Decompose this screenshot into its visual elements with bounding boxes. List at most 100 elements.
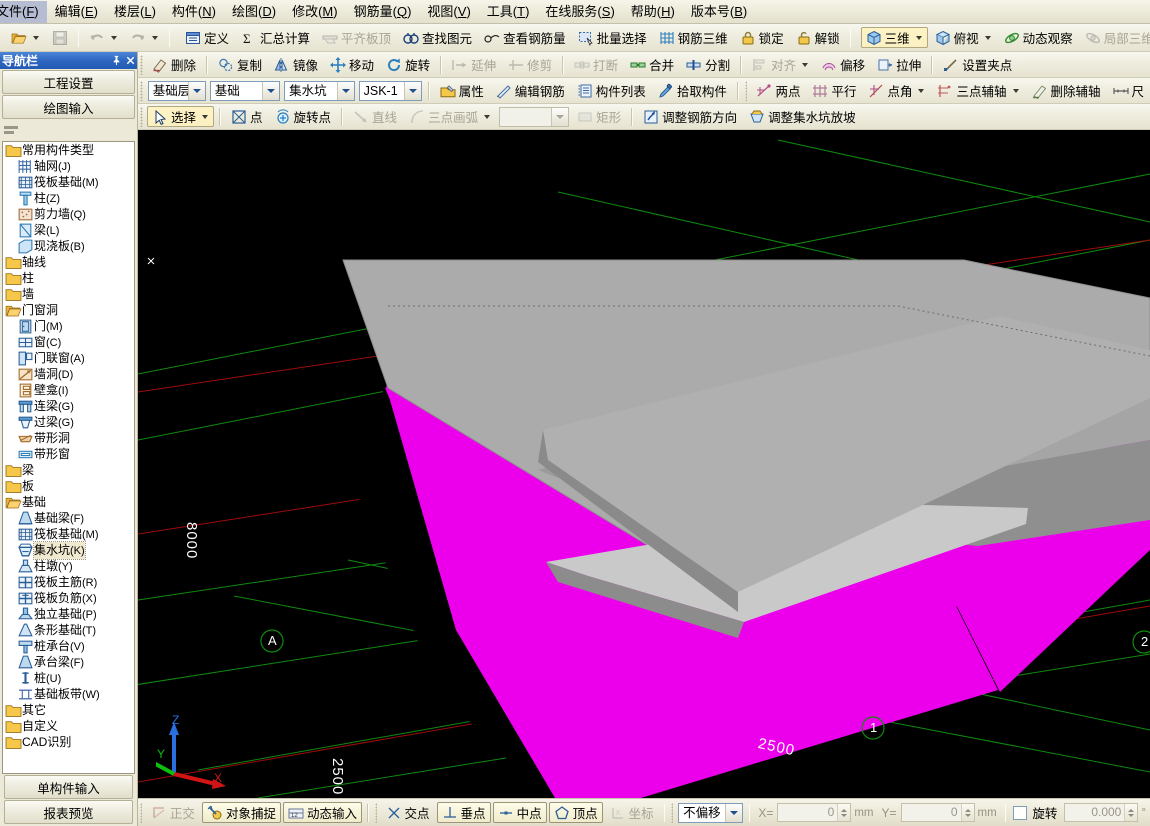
pin-icon[interactable] bbox=[109, 53, 123, 68]
sidebar-collapse-handle[interactable] bbox=[0, 119, 137, 141]
tree-item-基础梁[interactable]: 基础梁(F) bbox=[3, 510, 134, 526]
tree-item-窗[interactable]: 窗(C) bbox=[3, 334, 134, 350]
toolbar-grip[interactable] bbox=[744, 80, 748, 101]
chevron-down-icon[interactable] bbox=[187, 81, 205, 100]
tree-item-带形洞[interactable]: 带形洞 bbox=[3, 430, 134, 446]
split-button[interactable]: 分割 bbox=[681, 54, 735, 75]
component-select[interactable]: JSK-1 bbox=[358, 80, 422, 101]
sidebar-item-project-settings[interactable]: 工程设置 bbox=[2, 70, 135, 94]
point-angle-button[interactable]: 点角 bbox=[863, 80, 930, 101]
tree-item-柱[interactable]: 柱(Z) bbox=[3, 190, 134, 206]
menu-item-编辑[interactable]: 编辑(E) bbox=[47, 1, 106, 23]
tree-item-其它[interactable]: 其它 bbox=[3, 702, 134, 718]
delete-aux-axis-button[interactable]: 删除辅轴 bbox=[1027, 80, 1106, 101]
floor-select[interactable]: 基础层 bbox=[147, 80, 206, 101]
tree-item-壁龛[interactable]: 壁龛(I) bbox=[3, 382, 134, 398]
tree-item-连梁[interactable]: 连梁(G) bbox=[3, 398, 134, 414]
tree-item-条形基础[interactable]: 条形基础(T) bbox=[3, 622, 134, 638]
tree-item-自定义[interactable]: 自定义 bbox=[3, 718, 134, 734]
adjust-rebar-direction-button[interactable]: 调整钢筋方向 bbox=[638, 106, 742, 127]
toolbar-grip[interactable] bbox=[374, 802, 377, 823]
tree-item-轴网[interactable]: 轴网(J) bbox=[3, 158, 134, 174]
rotate-spin-buttons[interactable] bbox=[1124, 804, 1138, 821]
tree-item-过梁[interactable]: 过梁(G) bbox=[3, 414, 134, 430]
menu-item-绘图[interactable]: 绘图(D) bbox=[224, 1, 284, 23]
toolbar-grip[interactable] bbox=[671, 802, 674, 823]
snap-vertex-toggle[interactable]: 顶点 bbox=[548, 802, 603, 823]
top-view-button[interactable]: 俯视 bbox=[930, 27, 997, 48]
sidebar-item-report-preview[interactable]: 报表预览 bbox=[4, 800, 133, 824]
sidebar-item-drawing-input[interactable]: 绘图输入 bbox=[2, 95, 135, 119]
tree-item-门窗洞[interactable]: 门窗洞 bbox=[3, 302, 134, 318]
tree-item-独立基础[interactable]: 独立基础(P) bbox=[3, 606, 134, 622]
sidebar-item-single-component-input[interactable]: 单构件输入 bbox=[4, 775, 133, 799]
menu-item-楼层[interactable]: 楼层(L) bbox=[106, 1, 164, 23]
menu-item-视图[interactable]: 视图(V) bbox=[419, 1, 478, 23]
rebar-3d-button[interactable]: 钢筋三维 bbox=[654, 27, 733, 48]
component-list-button[interactable]: 构件列表 bbox=[572, 80, 651, 101]
chevron-down-icon[interactable] bbox=[484, 114, 491, 119]
close-icon[interactable] bbox=[123, 53, 137, 68]
tree-item-筏板基础[interactable]: 筏板基础(M) bbox=[3, 174, 134, 190]
tree-item-筏板负筋[interactable]: 筏板负筋(X) bbox=[3, 590, 134, 606]
chevron-down-icon[interactable] bbox=[33, 35, 39, 40]
chevron-down-icon[interactable] bbox=[403, 81, 421, 100]
menu-item-版本号[interactable]: 版本号(B) bbox=[683, 1, 755, 23]
chevron-down-icon[interactable] bbox=[1012, 88, 1019, 93]
batch-select-button[interactable]: 批量选择 bbox=[573, 27, 652, 48]
model-viewport[interactable]: 8000 2500 2500 A 1 2 Z X Y bbox=[138, 130, 1150, 798]
chevron-down-icon[interactable] bbox=[724, 803, 742, 822]
tree-item-桩承台[interactable]: 桩承台(V) bbox=[3, 638, 134, 654]
tree-item-剪力墙[interactable]: 剪力墙(Q) bbox=[3, 206, 134, 222]
tree-item-集水坑[interactable]: 集水坑(K) bbox=[3, 540, 134, 560]
move-button[interactable]: 移动 bbox=[325, 54, 379, 75]
tree-item-柱墩[interactable]: 柱墩(Y) bbox=[3, 558, 134, 574]
tree-item-带形窗[interactable]: 带形窗 bbox=[3, 446, 134, 462]
menu-item-构件[interactable]: 构件(N) bbox=[164, 1, 224, 23]
rotate-stepper[interactable]: 0.000 bbox=[1064, 803, 1139, 822]
chevron-down-icon[interactable] bbox=[152, 35, 158, 40]
object-snap-toggle[interactable]: 对象捕捉 bbox=[201, 802, 281, 823]
mirror-button[interactable]: 镜像 bbox=[269, 54, 323, 75]
dynamic-observe-button[interactable]: 动态观察 bbox=[999, 27, 1078, 48]
tree-item-承台梁[interactable]: 承台梁(F) bbox=[3, 654, 134, 670]
select-button[interactable]: 选择 bbox=[147, 106, 215, 127]
tree-item-墙洞[interactable]: 墙洞(D) bbox=[3, 366, 134, 382]
toolbar-grip[interactable] bbox=[140, 54, 143, 75]
toolbar-grip[interactable] bbox=[140, 106, 143, 127]
tree-item-CAD识别[interactable]: CAD识别 bbox=[3, 734, 134, 750]
tree-item-基础板带[interactable]: 基础板带(W) bbox=[3, 686, 134, 702]
rotate-checkbox[interactable] bbox=[1013, 805, 1028, 820]
define-button[interactable]: 定义 bbox=[180, 27, 234, 48]
offset-x-stepper[interactable]: 0 bbox=[777, 803, 852, 822]
view-rebar-qty-button[interactable]: 查看钢筋量 bbox=[479, 27, 571, 48]
rotate-point-button[interactable]: 旋转点 bbox=[270, 106, 337, 127]
offset-y-stepper[interactable]: 0 bbox=[900, 803, 975, 822]
adjust-pit-slope-button[interactable]: 调整集水坑放坡 bbox=[744, 106, 861, 127]
offset-mode-select[interactable]: 不偏移 bbox=[678, 802, 743, 823]
find-element-button[interactable]: 查找图元 bbox=[398, 27, 477, 48]
delete-button[interactable]: 删除 bbox=[147, 54, 201, 75]
tree-item-梁[interactable]: 梁 bbox=[3, 462, 134, 478]
tree-item-门[interactable]: 门(M) bbox=[3, 318, 134, 334]
copy-button[interactable]: 复制 bbox=[213, 54, 267, 75]
chevron-down-icon[interactable] bbox=[984, 35, 991, 40]
pick-component-button[interactable]: 拾取构件 bbox=[653, 80, 732, 101]
open-button[interactable] bbox=[6, 27, 45, 48]
menu-item-在线服务[interactable]: 在线服务(S) bbox=[537, 1, 622, 23]
tree-item-梁[interactable]: 梁(L) bbox=[3, 222, 134, 238]
three-d-button[interactable]: 三维 bbox=[860, 27, 928, 48]
tree-item-板[interactable]: 板 bbox=[3, 478, 134, 494]
parallel-button[interactable]: 平行 bbox=[807, 80, 861, 101]
menu-item-钢筋量[interactable]: 钢筋量(Q) bbox=[346, 1, 420, 23]
toolbar-grip[interactable] bbox=[140, 80, 143, 101]
snap-perpendicular-toggle[interactable]: 垂点 bbox=[436, 802, 491, 823]
chevron-down-icon[interactable] bbox=[918, 88, 925, 93]
chevron-down-icon[interactable] bbox=[915, 35, 922, 40]
lock-button[interactable]: 锁定 bbox=[735, 27, 789, 48]
unlock-button[interactable]: 解锁 bbox=[791, 27, 845, 48]
merge-button[interactable]: 合并 bbox=[625, 54, 679, 75]
tree-item-现浇板[interactable]: 现浇板(B) bbox=[3, 238, 134, 254]
menu-item-修改[interactable]: 修改(M) bbox=[284, 1, 346, 23]
tree-item-轴线[interactable]: 轴线 bbox=[3, 254, 134, 270]
